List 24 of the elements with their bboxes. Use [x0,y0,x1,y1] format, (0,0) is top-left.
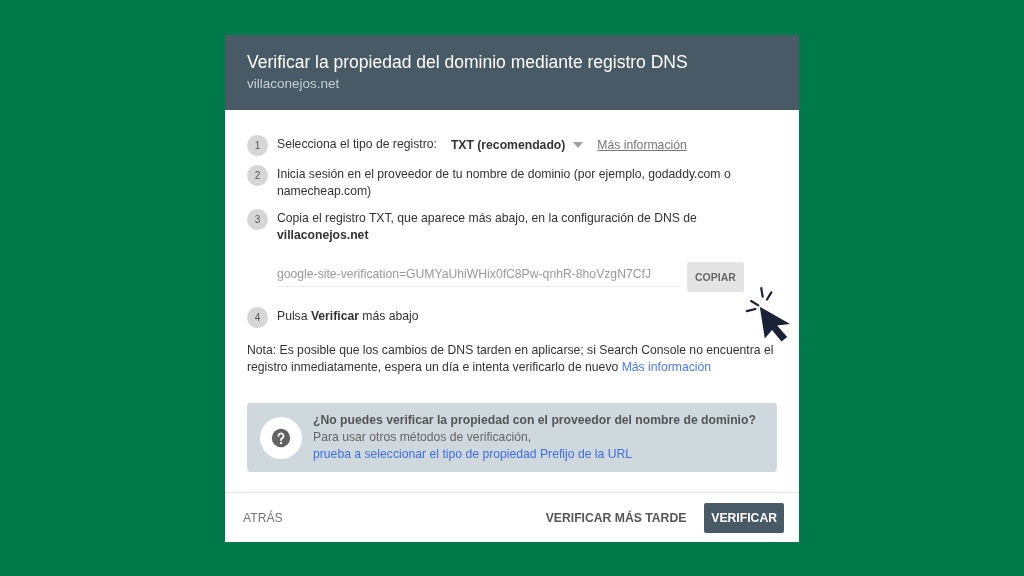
note-text: Nota: Es posible que los cambios de DNS tarden en aplicarse; si Search Console no encuentra el registro inmediatamente, espera un día e intenta verificarlo de nuevo Más información [247,342,775,376]
help-text: Para usar otros métodos de verificación, [313,429,533,446]
step-number: 3 [247,209,268,230]
back-button[interactable]: ATRÁS [235,502,291,533]
step-text: Inicia sesión en el proveedor de tu nombre de dominio (por ejemplo, godaddy.com o namecheap.com) [277,166,732,200]
step-text: Pulsa Verificar más abajo [277,308,420,325]
url-prefix-link[interactable]: prueba a seleccionar el tipo de propiedad Prefijo de la URL [313,446,756,463]
help-title: ¿No puedes verificar la propiedad con el proveedor del nombre de dominio? [313,412,756,429]
help-icon [271,427,291,448]
copy-button[interactable]: COPIAR [687,262,744,292]
step-number: 2 [247,165,268,186]
verify-later-button[interactable]: VERIFICAR MÁS TARDE [537,502,695,533]
verify-button[interactable]: VERIFICAR [704,502,784,533]
step-text: Copia el registro TXT, que aparece más abajo, en la configuración de DNS de villaconejos.net [277,210,698,244]
dropdown-icon [573,141,584,148]
more-info-link[interactable]: Más información [621,360,712,374]
record-type-select[interactable]: TXT (recomendado) [450,135,584,152]
txt-record-field[interactable]: google-site-verification=GUMYaUhiWHix0fC8Pw-qnhR-8hoVzgN7CfJ [277,267,682,287]
step-text: Selecciona el tipo de registro: [277,136,437,153]
dialog-title: Verificar la propiedad del dominio mediante registro DNS [247,51,689,73]
step-number: 4 [247,307,268,328]
dialog-subtitle: villaconejos.net [247,76,341,91]
more-info-link[interactable]: Más información [597,135,687,152]
step-number: 1 [247,135,268,156]
